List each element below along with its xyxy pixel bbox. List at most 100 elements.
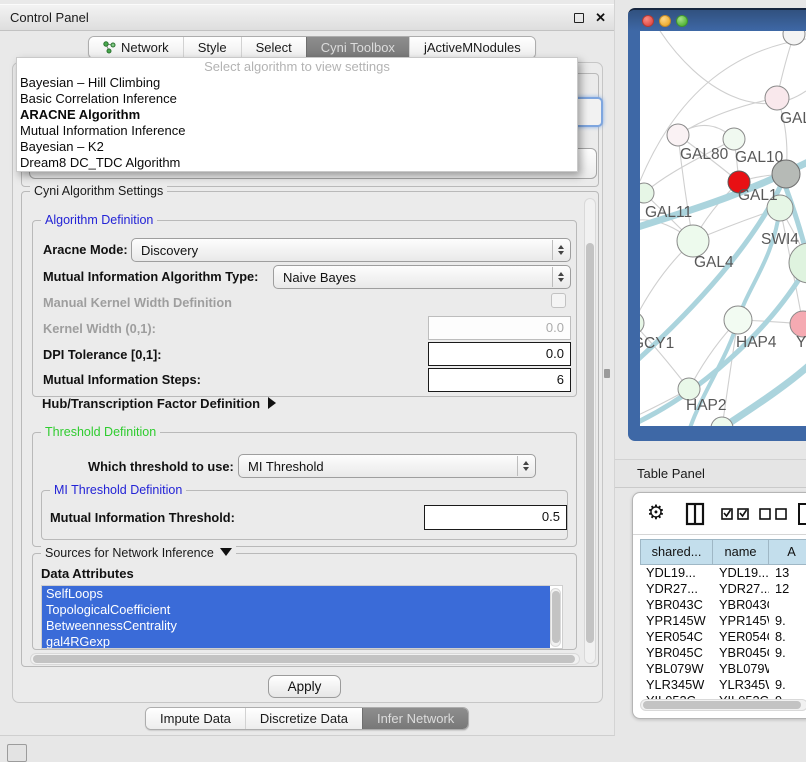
table-row[interactable]: YLR345W YLR345W 9. [640, 677, 806, 693]
table-panel-titlebar: Table Panel [615, 459, 806, 488]
tab-impute-data[interactable]: Impute Data [146, 708, 245, 729]
column-header-name[interactable]: name [713, 539, 769, 565]
node-label: Y [796, 334, 806, 351]
node-label: GAL11 [645, 204, 692, 221]
algorithm-option-selected[interactable]: ARACNE Algorithm [17, 107, 577, 123]
table-body: YDL19... YDL19... 13 YDR27... YDR27... 1… [640, 565, 806, 703]
table-hscrollbar[interactable] [640, 699, 806, 711]
tab-jactivemnodules[interactable]: jActiveMNodules [409, 37, 535, 58]
dpi-tolerance-field[interactable]: 0.0 [428, 342, 571, 366]
sources-group: Sources for Network Inference Data Attri… [32, 553, 577, 650]
node-label: GCY1 [640, 335, 674, 352]
node-label: SWI4 [761, 231, 799, 248]
list-scrollbar[interactable] [550, 588, 561, 647]
tab-style[interactable]: Style [183, 37, 241, 58]
network-window-titlebar[interactable] [628, 10, 806, 31]
panel-title: Control Panel [10, 5, 89, 31]
kernel-width-field[interactable]: 0.0 [428, 316, 571, 340]
tab-select[interactable]: Select [241, 37, 306, 58]
table-row[interactable]: YBR043C YBR043C [640, 597, 806, 613]
cyni-bottom-tabs: Impute Data Discretize Data Infer Networ… [145, 707, 469, 730]
which-threshold-combo[interactable]: MI Threshold [238, 454, 536, 478]
sources-expander[interactable]: Sources for Network Inference [41, 546, 236, 560]
aracne-mode-combo[interactable]: Discovery [131, 238, 571, 262]
cyni-algorithm-settings-group: Cyni Algorithm Settings Algorithm Defini… [21, 191, 599, 667]
deselect-all-icon[interactable] [759, 507, 789, 520]
node-gcy1[interactable] [640, 312, 644, 334]
split-columns-icon[interactable] [685, 502, 705, 526]
node-label: GAL [780, 110, 806, 127]
column-header[interactable]: A [769, 539, 806, 565]
group-title: Threshold Definition [41, 425, 160, 439]
control-panel-tabs: Network Style Select Cyni Toolbox jActiv… [88, 36, 536, 59]
node-gal80[interactable] [667, 124, 689, 146]
data-attributes-label: Data Attributes [41, 566, 134, 581]
settings-vscrollbar[interactable] [584, 198, 596, 664]
list-item[interactable]: gal4RGexp [42, 634, 550, 649]
combo-arrows-icon [552, 267, 569, 287]
docked-panel-icon[interactable] [7, 744, 27, 762]
node-hap4[interactable] [724, 306, 752, 334]
minimize-traffic-icon[interactable] [659, 15, 671, 27]
close-traffic-icon[interactable] [642, 15, 654, 27]
expand-right-icon [268, 397, 276, 409]
algorithm-option[interactable]: Bayesian – K2 [17, 139, 577, 155]
data-attributes-list: SelfLoops TopologicalCoefficient Between… [41, 585, 563, 649]
algorithm-dropdown-popup: Select algorithm to view settings Bayesi… [16, 57, 578, 172]
table-row[interactable]: YPR145W YPR145W 9. [640, 613, 806, 629]
network-icon [103, 41, 116, 54]
tab-network[interactable]: Network [89, 37, 183, 58]
mi-threshold-label: Mutual Information Threshold: [50, 510, 235, 525]
algorithm-option[interactable]: Dream8 DC_TDC Algorithm [17, 155, 577, 171]
select-all-icon[interactable] [721, 507, 751, 520]
node[interactable] [711, 417, 733, 426]
table-row[interactable]: YBR045C YBR045C 9. [640, 645, 806, 661]
combo-arrows-icon [552, 240, 569, 260]
control-panel-titlebar: Control Panel ✕ [0, 4, 614, 31]
algorithm-option[interactable]: Bayesian – Hill Climbing [17, 75, 577, 91]
mi-steps-field[interactable]: 6 [428, 368, 571, 392]
mi-threshold-field[interactable]: 0.5 [424, 505, 567, 530]
threshold-definition-group: Threshold Definition Which threshold to … [32, 432, 577, 547]
combo-arrows-icon [517, 456, 534, 476]
table-row[interactable]: YDL19... YDL19... 13 [640, 565, 806, 581]
mi-type-label: Mutual Information Algorithm Type: [43, 269, 258, 284]
tab-infer-network[interactable]: Infer Network [362, 708, 468, 729]
node-label: GAL1 [738, 187, 778, 204]
splitpane-handle[interactable] [604, 369, 610, 378]
table-row[interactable]: YDR27... YDR27... 12 [640, 581, 806, 597]
node-gal7[interactable] [765, 86, 789, 110]
mi-steps-label: Mutual Information Steps: [43, 372, 201, 387]
group-title: MI Threshold Definition [50, 483, 186, 497]
network-graph: GAL GAL80 GAL10 GAL1 GAL11 SWI4 GAL4 GCY… [640, 31, 806, 426]
column-header-shared-name[interactable]: shared... [640, 539, 713, 565]
apply-button[interactable]: Apply [268, 675, 341, 698]
network-canvas[interactable]: GAL GAL80 GAL10 GAL1 GAL11 SWI4 GAL4 GCY… [640, 31, 806, 426]
algorithm-option[interactable]: Basic Correlation Inference [17, 91, 577, 107]
new-table-icon[interactable] [797, 502, 806, 526]
list-item[interactable]: SelfLoops [42, 586, 550, 602]
table-row[interactable]: YER054C YER054C 8. [640, 629, 806, 645]
node-label: GAL4 [694, 254, 734, 271]
gear-icon[interactable]: ⚙ [647, 500, 665, 525]
graph-labels: GAL GAL80 GAL10 GAL1 GAL11 SWI4 GAL4 GCY… [640, 110, 806, 414]
float-panel-icon[interactable] [574, 13, 584, 23]
manual-kernel-checkbox[interactable] [551, 293, 566, 308]
list-item[interactable]: TopologicalCoefficient [42, 602, 550, 618]
settings-hscrollbar[interactable] [30, 653, 580, 665]
close-icon[interactable]: ✕ [595, 9, 606, 27]
dpi-tolerance-label: DPI Tolerance [0,1]: [43, 347, 162, 362]
table-row[interactable]: YBL079W YBL079W [640, 661, 806, 677]
node-gal4[interactable] [677, 225, 709, 257]
zoom-traffic-icon[interactable] [676, 15, 688, 27]
list-item[interactable]: BetweennessCentrality [42, 618, 550, 634]
table-header: shared... name A [640, 539, 806, 565]
control-panel: Control Panel ✕ Network Style Select Cyn… [0, 0, 615, 736]
node-swi4[interactable] [789, 243, 806, 283]
network-view-window: GAL GAL80 GAL10 GAL1 GAL11 SWI4 GAL4 GCY… [628, 8, 806, 441]
mi-algorithm-type-combo[interactable]: Naive Bayes [273, 265, 571, 289]
algorithm-option[interactable]: Mutual Information Inference [17, 123, 577, 139]
hub-definition-expander[interactable]: Hub/Transcription Factor Definition [42, 396, 276, 411]
tab-cyni-toolbox[interactable]: Cyni Toolbox [306, 37, 409, 58]
tab-discretize-data[interactable]: Discretize Data [245, 708, 362, 729]
